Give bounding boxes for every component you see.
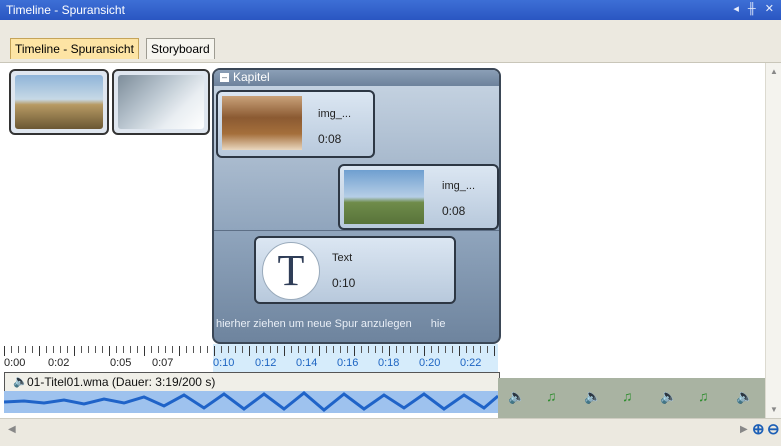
clip-thumbnail bbox=[15, 75, 103, 129]
audio-clip[interactable]: 🔈 01-Titel01.wma (Dauer: 3:19/200 s) bbox=[4, 372, 500, 392]
clip-duration: 0:08 bbox=[442, 204, 466, 218]
text-clip-icon: T bbox=[262, 242, 320, 300]
clip-thumbnail bbox=[222, 96, 302, 150]
time-ruler[interactable]: 0:00 0:02 0:05 0:07 0:10 0:12 0:14 0:16 … bbox=[0, 344, 765, 372]
clip-thumbnail bbox=[344, 170, 424, 224]
media-clip-horses[interactable] bbox=[9, 69, 109, 135]
ruler-label: 0:12 bbox=[255, 357, 277, 369]
clip-duration: 0:10 bbox=[332, 276, 356, 290]
ruler-label: 0:05 bbox=[110, 357, 132, 369]
vertical-scrollbar[interactable]: ▲ ▼ bbox=[765, 63, 781, 418]
speaker-icon: 🔈 bbox=[660, 388, 678, 404]
chapter-header[interactable]: – Kapitel bbox=[214, 70, 499, 86]
scroll-down-icon[interactable]: ▼ bbox=[770, 405, 778, 414]
speaker-icon: 🔈 bbox=[584, 388, 602, 404]
ruler-major-ticks bbox=[4, 346, 499, 356]
clip-name: img_... bbox=[318, 108, 352, 120]
collapse-icon[interactable]: – bbox=[220, 73, 229, 82]
clip-name: img_... bbox=[442, 180, 476, 192]
scroll-up-icon[interactable]: ▲ bbox=[770, 67, 778, 76]
zoom-in-icon[interactable]: ⊕ bbox=[752, 420, 765, 438]
new-track-dropzone[interactable]: hierher ziehen um neue Spur anzulegen hi… bbox=[216, 318, 445, 330]
ruler-label: 0:07 bbox=[152, 357, 174, 369]
clip-text[interactable]: T Text 0:10 bbox=[254, 236, 456, 304]
speaker-icon: 🔈 bbox=[736, 388, 754, 404]
music-note-icon: ♫ bbox=[546, 388, 557, 404]
chapter-label: Kapitel bbox=[233, 70, 270, 84]
dropzone-hint: hierher ziehen um neue Spur anzulegen bbox=[216, 318, 412, 330]
ruler-label: 0:16 bbox=[337, 357, 359, 369]
sound-effects-track[interactable]: 🔈 ♫ 🔈 ♫ 🔈 ♫ 🔈 bbox=[498, 378, 765, 418]
chapter-group[interactable]: – Kapitel img_... 0:08 img_... 0:08 T Tex… bbox=[212, 68, 501, 344]
media-clip-winter[interactable] bbox=[112, 69, 210, 135]
speaker-icon: 🔈 bbox=[508, 388, 526, 404]
tab-storyboard[interactable]: Storyboard bbox=[146, 38, 215, 59]
horizontal-scrollbar[interactable]: ◀ ▶ ⊕ ⊖ bbox=[0, 418, 781, 446]
track-divider bbox=[214, 230, 499, 231]
dropzone-hint-repeat: hie bbox=[430, 318, 446, 330]
audio-waveform[interactable] bbox=[4, 391, 498, 413]
window-title: Timeline - Spuransicht bbox=[6, 3, 125, 17]
audio-clip-label: 01-Titel01.wma (Dauer: 3:19/200 s) bbox=[27, 375, 216, 389]
speaker-icon: 🔈 bbox=[13, 374, 28, 388]
clip-image-1[interactable]: img_... 0:08 bbox=[216, 90, 375, 158]
ruler-label: 0:00 bbox=[4, 357, 26, 369]
scroll-right-icon[interactable]: ▶ bbox=[740, 424, 748, 435]
music-note-icon: ♫ bbox=[622, 388, 633, 404]
clip-thumbnail bbox=[118, 75, 204, 129]
clip-duration: 0:08 bbox=[318, 132, 342, 146]
window-titlebar: Timeline - Spuransicht ◂ ╫ ✕ bbox=[0, 0, 781, 20]
tab-bar: Timeline - Spuransicht Storyboard bbox=[0, 20, 781, 63]
clip-image-2[interactable]: img_... 0:08 bbox=[338, 164, 499, 230]
ruler-label: 0:20 bbox=[419, 357, 441, 369]
music-note-icon: ♫ bbox=[698, 388, 709, 404]
tab-timeline[interactable]: Timeline - Spuransicht bbox=[10, 38, 139, 59]
window-controls[interactable]: ◂ ╫ ✕ bbox=[733, 2, 777, 15]
ruler-label: 0:22 bbox=[460, 357, 482, 369]
ruler-label: 0:18 bbox=[378, 357, 400, 369]
ruler-label: 0:10 bbox=[213, 357, 235, 369]
zoom-out-icon[interactable]: ⊖ bbox=[767, 420, 780, 438]
clip-name: Text bbox=[332, 252, 353, 264]
ruler-label: 0:02 bbox=[48, 357, 70, 369]
scroll-left-icon[interactable]: ◀ bbox=[8, 424, 16, 435]
ruler-label: 0:14 bbox=[296, 357, 318, 369]
